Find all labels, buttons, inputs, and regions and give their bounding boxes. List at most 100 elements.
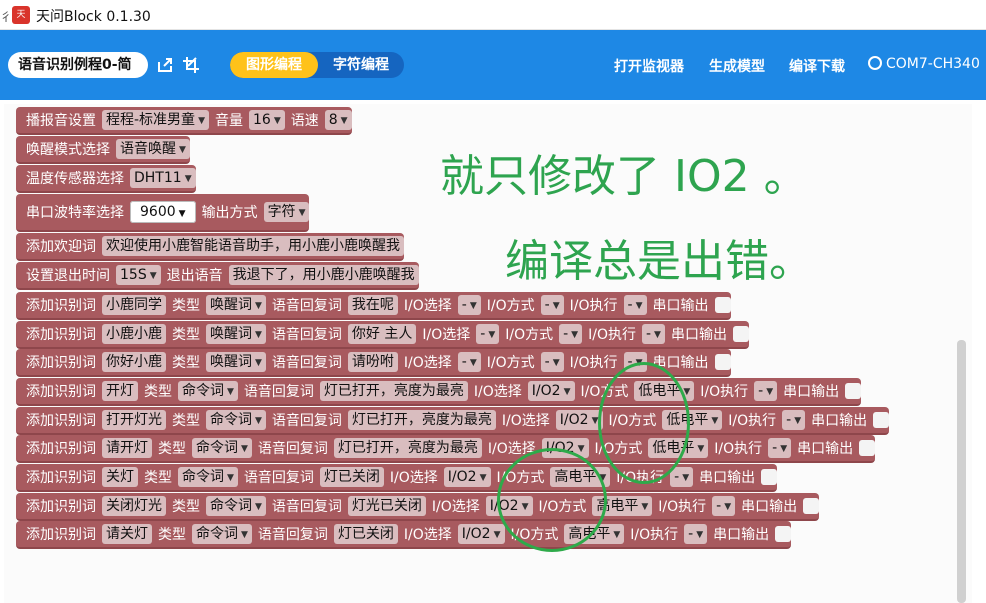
type-dropdown[interactable]: 命令词 ▼	[192, 438, 252, 458]
serial-output-checkbox[interactable]	[803, 498, 820, 514]
tab-text-programming[interactable]: 字符编程	[318, 52, 404, 78]
recognition-word-field[interactable]: 请开灯	[102, 438, 152, 458]
recognition-word-field[interactable]: 请关灯	[102, 524, 152, 544]
reply-text-field[interactable]: 请吩咐	[347, 352, 398, 372]
wake-mode-dropdown[interactable]: 语音唤醒 ▼	[116, 139, 190, 159]
block-voice-setting[interactable]: 播报音设置 程程-标准男童 ▼ 音量 16 ▼ 语速 8 ▼	[16, 107, 352, 135]
recognition-word-field[interactable]: 小鹿小鹿	[102, 324, 166, 344]
recognition-word-field[interactable]: 小鹿同学	[102, 295, 166, 315]
io-exec-dropdown[interactable]: - ▼	[712, 496, 736, 516]
exit-voice-text-field[interactable]: 我退下了，用小鹿小鹿唤醒我	[228, 265, 419, 285]
block-temp-sensor[interactable]: 温度传感器选择 DHT11 ▼	[16, 165, 196, 193]
type-dropdown[interactable]: 命令词 ▼	[206, 496, 266, 516]
add-word-label: 添加识别词	[26, 499, 96, 515]
serial-output-checkbox[interactable]	[873, 412, 890, 428]
speed-dropdown[interactable]: 8 ▼	[324, 110, 352, 130]
serial-output-label: 串口输出	[783, 384, 840, 400]
type-dropdown[interactable]: 命令词 ▼	[178, 467, 238, 487]
io-exec-dropdown[interactable]: - ▼	[782, 410, 806, 430]
recognition-word-field[interactable]: 你好小鹿	[102, 352, 166, 372]
type-dropdown[interactable]: 唤醒词 ▼	[206, 352, 266, 372]
voice-dropdown[interactable]: 程程-标准男童 ▼	[102, 110, 209, 130]
io-exec-dropdown[interactable]: - ▼	[641, 324, 665, 344]
volume-dropdown[interactable]: 16 ▼	[248, 110, 285, 130]
io-select-dropdown[interactable]: I/O2 ▼	[555, 410, 603, 430]
block-add-recognition-word[interactable]: 添加识别词 打开灯光 类型 命令词 ▼ 语音回复词 灯已打开，亮度为最亮 I/O选择 I/O2 ▼…	[16, 407, 890, 435]
reply-label: 语音回复词	[243, 470, 314, 486]
compile-download-button[interactable]: 编译下载	[789, 56, 845, 76]
io-exec-dropdown[interactable]: - ▼	[768, 438, 792, 458]
sensor-dropdown[interactable]: DHT11 ▼	[130, 168, 196, 188]
block-exit-time[interactable]: 设置退出时间 15S ▼ 退出语音 我退下了，用小鹿小鹿唤醒我	[16, 262, 419, 290]
io-exec-dropdown[interactable]: - ▼	[684, 524, 708, 544]
type-label: 类型	[158, 527, 186, 543]
open-monitor-button[interactable]: 打开监视器	[614, 56, 684, 76]
reply-text-field[interactable]: 灯已打开，亮度为最亮	[319, 381, 468, 401]
serial-output-checkbox[interactable]	[714, 297, 731, 313]
reply-text-field[interactable]: 灯已打开，亮度为最亮	[333, 438, 482, 458]
io-select-dropdown[interactable]: I/O2 ▼	[457, 524, 505, 544]
io-select-dropdown[interactable]: - ▼	[457, 352, 481, 372]
reply-text-field[interactable]: 灯已关闭	[333, 524, 398, 544]
type-dropdown[interactable]: 命令词 ▼	[178, 381, 238, 401]
io-exec-dropdown[interactable]: - ▼	[670, 467, 694, 487]
io-mode-dropdown[interactable]: - ▼	[540, 295, 564, 315]
toolbar: 语音识别例程0-简 图形编程 字符编程 打开监视器 生成模型 编译下载 COM7…	[0, 30, 986, 100]
io-mode-dropdown[interactable]: - ▼	[540, 352, 564, 372]
reply-text-field[interactable]: 你好 主人	[347, 324, 417, 344]
export-icon[interactable]	[156, 56, 174, 74]
io-exec-dropdown[interactable]: - ▼	[754, 381, 778, 401]
generate-model-button[interactable]: 生成模型	[709, 56, 765, 76]
block-add-recognition-word[interactable]: 添加识别词 开灯 类型 命令词 ▼ 语音回复词 灯已打开，亮度为最亮 I/O选择 I/O2 ▼ I/…	[16, 378, 862, 406]
io-select-dropdown[interactable]: - ▼	[457, 295, 481, 315]
block-add-recognition-word[interactable]: 添加识别词 小鹿小鹿 类型 唤醒词 ▼ 语音回复词 你好 主人 I/O选择 - ▼ I/O方式 - ▼ I…	[16, 321, 749, 349]
serial-output-checkbox[interactable]	[761, 469, 778, 485]
io-select-dropdown[interactable]: I/O2 ▼	[443, 467, 491, 487]
baud-dropdown[interactable]: 9600 ▼	[130, 201, 196, 223]
recognition-word-field[interactable]: 开灯	[102, 381, 138, 401]
welcome-text-field[interactable]: 欢迎使用小鹿智能语音助手，用小鹿小鹿唤醒我	[102, 236, 404, 256]
block-baud-rate[interactable]: 串口波特率选择 9600 ▼ 输出方式 字符 ▼	[16, 194, 310, 232]
tab-graphic-programming[interactable]: 图形编程	[230, 52, 318, 78]
io-exec-dropdown[interactable]: - ▼	[623, 295, 647, 315]
recognition-word-field[interactable]: 关闭灯光	[102, 496, 166, 516]
output-mode-label: 输出方式	[201, 205, 258, 221]
block-add-recognition-word[interactable]: 添加识别词 小鹿同学 类型 唤醒词 ▼ 语音回复词 我在呢 I/O选择 - ▼ I/O方式 - ▼ I/O…	[16, 292, 731, 320]
block-wake-mode[interactable]: 唤醒模式选择 语音唤醒 ▼	[16, 136, 190, 164]
io-exec-label: I/O执行	[569, 355, 618, 371]
serial-output-checkbox[interactable]	[859, 440, 876, 456]
vertical-scrollbar[interactable]	[957, 340, 966, 603]
recognition-word-field[interactable]: 打开灯光	[102, 410, 166, 430]
reply-text-field[interactable]: 灯已关闭	[319, 467, 384, 487]
serial-output-checkbox[interactable]	[714, 354, 731, 370]
io-select-dropdown[interactable]: - ▼	[476, 324, 500, 344]
serial-output-checkbox[interactable]	[845, 383, 862, 399]
block-welcome[interactable]: 添加欢迎词 欢迎使用小鹿智能语音助手，用小鹿小鹿唤醒我	[16, 233, 404, 261]
reply-text-field[interactable]: 我在呢	[347, 295, 398, 315]
type-dropdown[interactable]: 唤醒词 ▼	[206, 324, 266, 344]
reply-text-field[interactable]: 灯已打开，亮度为最亮	[347, 410, 496, 430]
volume-label: 音量	[214, 113, 243, 129]
type-dropdown[interactable]: 命令词 ▼	[206, 410, 266, 430]
app-logo-icon: 天	[12, 6, 30, 24]
io-mode-dropdown[interactable]: - ▼	[559, 324, 583, 344]
exit-time-dropdown[interactable]: 15S ▼	[116, 265, 161, 285]
block-add-recognition-word[interactable]: 添加识别词 关闭灯光 类型 命令词 ▼ 语音回复词 灯光已关闭 I/O选择 I/O2 ▼ I/O方式…	[16, 493, 820, 521]
serial-output-checkbox[interactable]	[732, 326, 749, 342]
io-select-dropdown[interactable]: I/O2 ▼	[527, 381, 575, 401]
io-exec-label: I/O执行	[658, 499, 707, 515]
type-label: 类型	[172, 355, 200, 371]
recognition-word-field[interactable]: 关灯	[102, 467, 138, 487]
title-bar: 彳 天 天问Block 0.1.30	[0, 0, 986, 30]
io-select-label: I/O选择	[403, 527, 452, 543]
type-dropdown[interactable]: 命令词 ▼	[192, 524, 252, 544]
type-dropdown[interactable]: 唤醒词 ▼	[206, 295, 266, 315]
project-name-field[interactable]: 语音识别例程0-简	[8, 52, 148, 78]
block-add-recognition-word[interactable]: 添加识别词 请关灯 类型 命令词 ▼ 语音回复词 灯已关闭 I/O选择 I/O2 ▼ I/O方式 高电…	[16, 521, 792, 549]
serial-output-checkbox[interactable]	[775, 526, 792, 542]
serial-port-button[interactable]: COM7-CH340	[865, 53, 980, 73]
output-mode-dropdown[interactable]: 字符 ▼	[263, 202, 310, 222]
reply-text-field[interactable]: 灯光已关闭	[347, 496, 426, 516]
crop-icon[interactable]	[182, 56, 200, 74]
block-add-recognition-word[interactable]: 添加识别词 请开灯 类型 命令词 ▼ 语音回复词 灯已打开，亮度为最亮 I/O选择 I/O2 ▼ I…	[16, 435, 876, 463]
